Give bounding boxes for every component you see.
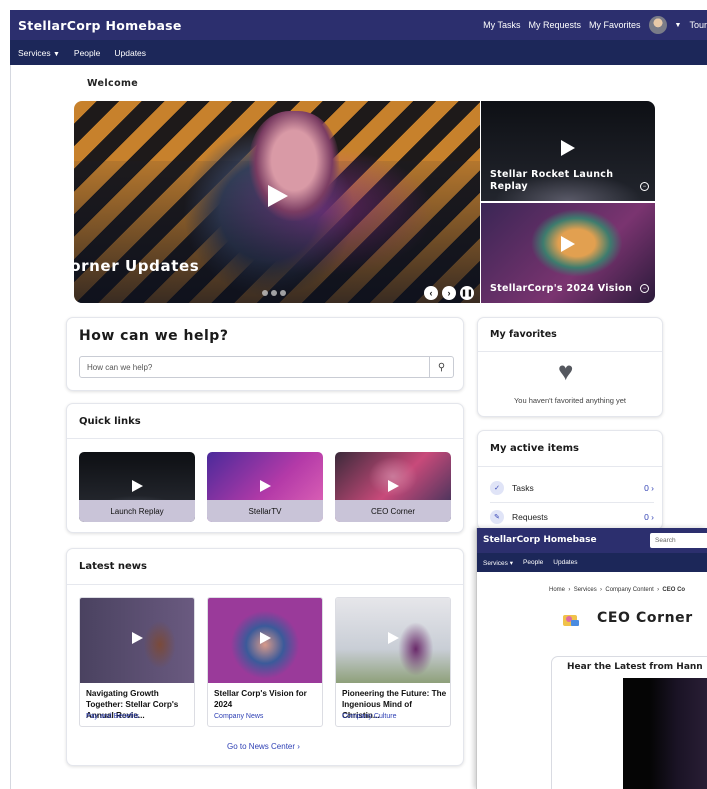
news-card[interactable]: Navigating Growth Together: Stellar Corp… [79,597,195,727]
chevron-right-icon[interactable]: › [442,286,456,300]
top-bar: StellarCorp Homebase My Tasks My Request… [10,10,707,40]
quick-link-label: CEO Corner [335,500,451,522]
news-card[interactable]: Pioneering the Future: The Ingenious Min… [335,597,451,727]
play-icon[interactable] [561,236,575,252]
tile-title: Stellar Rocket Launch Replay [490,169,614,192]
popup-subnav-updates[interactable]: Updates [553,559,577,566]
sub-nav: Services ▼ People Updates [10,40,707,65]
latest-news-card: Latest news Navigating Growth Together: … [66,548,464,766]
user-menu-caret-icon[interactable]: ▼ [675,22,682,29]
play-icon[interactable] [132,480,143,492]
news-center-link[interactable]: Go to News Center › [227,742,300,751]
carousel-dot[interactable] [262,290,268,296]
popup-search-input[interactable]: Search [650,533,707,548]
quick-links-title: Quick links [79,416,141,427]
user-avatar[interactable] [648,16,667,34]
divider [67,438,463,439]
breadcrumb: Home › Services › Company Content › CEO … [549,587,686,593]
divider [490,502,654,503]
nav-tour[interactable]: Tour [689,20,707,30]
breadcrumb-current: CEO Co [662,587,686,593]
subnav-services[interactable]: Services ▼ [18,48,60,58]
help-card: How can we help? How can we help? ⚲ [66,317,464,391]
nav-my-requests[interactable]: My Requests [529,20,582,30]
chevron-down-icon: ▼ [52,50,60,58]
search-icon[interactable]: ⚲ [429,357,453,377]
active-item-tasks[interactable]: ✓ Tasks 0 › [490,477,654,499]
subnav-updates[interactable]: Updates [114,48,146,58]
help-title: How can we help? [79,328,229,344]
ceo-corner-logo-icon [563,615,579,626]
page-edge [10,65,11,789]
divider [67,584,463,585]
play-icon[interactable] [132,632,143,644]
play-icon[interactable] [260,480,271,492]
nav-my-tasks[interactable]: My Tasks [483,20,520,30]
popup-subnav-people[interactable]: People [523,559,543,566]
quick-links-card: Quick links Launch Replay StellarTV CEO … [66,403,464,533]
chevron-right-icon: › [297,742,300,751]
search-input[interactable]: How can we help? ⚲ [79,356,454,378]
nav-my-favorites[interactable]: My Favorites [589,20,641,30]
popup-section-heading: Hear the Latest from Hann [567,662,703,672]
popup-brand[interactable]: StellarCorp Homebase [483,535,597,545]
news-title[interactable]: Stellar Corp's Vision for 2024 [214,688,322,710]
breadcrumb-company-content[interactable]: Company Content [605,587,653,593]
info-icon[interactable]: − [640,284,649,293]
breadcrumb-services[interactable]: Services [574,587,597,593]
carousel-dot[interactable] [271,290,277,296]
brand-logo[interactable]: StellarCorp Homebase [18,18,182,33]
carousel-dot[interactable] [280,290,286,296]
carousel-dots[interactable] [262,290,286,296]
hero-title: CEO Corner Updates [17,257,200,275]
subnav-people[interactable]: People [74,48,100,58]
popup-subnav-services[interactable]: Services ▾ [483,559,513,567]
breadcrumb-home[interactable]: Home [549,587,565,593]
welcome-heading: Welcome [87,78,139,89]
chevron-left-icon[interactable]: ‹ [424,286,438,300]
favorites-card: My favorites ♥ You haven't favorited any… [477,317,663,417]
play-icon[interactable] [388,480,399,492]
news-category[interactable]: Company Culture [342,713,396,720]
pause-icon[interactable]: ❚❚ [460,286,474,300]
active-items-title: My active items [490,443,579,454]
news-category[interactable]: Pay and Benefits [86,713,139,720]
popup-window[interactable]: StellarCorp Homebase Search Services ▾ P… [476,528,707,789]
play-icon[interactable] [260,632,271,644]
favorites-empty-text: You haven't favorited anything yet [513,396,627,405]
heart-icon: ♥ [558,356,574,386]
favorites-title: My favorites [490,329,557,340]
popup-sub-nav: Services ▾ People Updates [477,553,707,572]
quick-link-label: StellarTV [207,500,323,522]
news-category[interactable]: Company News [214,713,263,720]
quick-link-label: Launch Replay [79,500,195,522]
top-nav: My Tasks My Requests My Favorites ▼ Tour [483,10,707,40]
play-icon[interactable] [388,632,399,644]
latest-news-title: Latest news [79,561,147,572]
play-icon[interactable] [268,185,288,207]
tile-title: StellarCorp's 2024 Vision [490,283,633,294]
play-icon[interactable] [561,140,575,156]
popup-top-bar: StellarCorp Homebase Search [477,528,707,553]
search-placeholder: How can we help? [87,362,153,372]
hero-image [249,111,339,221]
edit-icon: ✎ [490,510,504,524]
active-items-card: My active items ✓ Tasks 0 › ✎ Requests 0… [477,430,663,530]
carousel-tile-vision[interactable]: StellarCorp's 2024 Vision − [481,203,655,303]
info-icon[interactable]: − [640,182,649,191]
checkbox-icon: ✓ [490,481,504,495]
news-card[interactable]: Stellar Corp's Vision for 2024 Company N… [207,597,323,727]
divider [478,351,662,352]
popup-page-title: CEO Corner [597,610,693,626]
divider [478,466,662,467]
active-item-requests[interactable]: ✎ Requests 0 › [490,506,654,528]
popup-video[interactable] [623,678,707,789]
